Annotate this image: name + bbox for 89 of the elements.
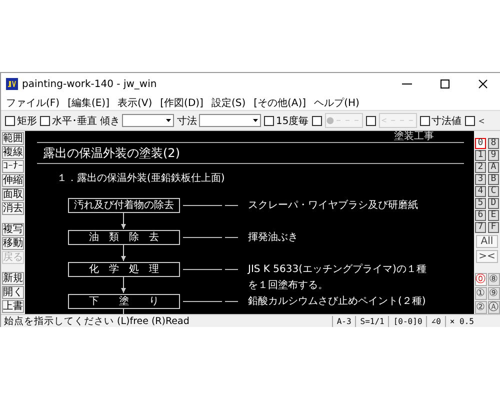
layer-group-button[interactable]: ① — [474, 287, 486, 300]
window-title: painting-work-140 - jw_win — [22, 78, 158, 90]
checkbox-label: ＜ — [476, 114, 487, 128]
field-label: 寸法 — [177, 114, 197, 128]
process-box: 汚れ及び付着物の除去 — [68, 198, 180, 212]
menu-item[interactable]: ヘルプ(H) — [314, 96, 360, 110]
checkbox[interactable] — [5, 116, 15, 126]
checkbox[interactable] — [366, 116, 376, 126]
layer-group-button[interactable]: ⑨ — [488, 287, 500, 300]
status-message: 始点を指示してください (L)free (R)Read — [3, 314, 190, 327]
tool-button[interactable]: 開く — [2, 286, 24, 299]
drawing-header: 塗装工事 — [394, 131, 434, 142]
layer-button[interactable]: 7 — [475, 222, 486, 233]
leader-line — [183, 268, 238, 270]
layer-button[interactable]: 0 — [475, 138, 486, 149]
checkbox-label: 寸法値 — [432, 114, 462, 128]
tool-button[interactable]: 移動 — [2, 237, 24, 250]
checkbox[interactable] — [464, 116, 475, 126]
layer-button[interactable]: C — [488, 186, 499, 197]
layer-button[interactable]: 5 — [475, 198, 486, 209]
layer-button[interactable]: 6 — [475, 210, 486, 221]
status-field: ∠0 — [426, 316, 445, 326]
menu-item[interactable]: [作図(D)] — [160, 96, 204, 110]
process-note: 揮発油ぶき — [248, 230, 298, 245]
menu-item[interactable]: 設定(S) — [211, 96, 246, 110]
layer-button[interactable]: 3 — [475, 174, 486, 185]
status-field: [0-0]0 — [388, 316, 426, 326]
process-note: スクレーパ・ワイヤブラシ及び研磨紙 — [248, 198, 418, 213]
section-heading: １．露出の保温外装(亜鉛鉄板仕上面) — [56, 172, 226, 186]
layer-toggle-button[interactable]: >< — [476, 250, 498, 263]
layer-button[interactable]: B — [488, 174, 499, 185]
tool-button[interactable]: 伸縮 — [2, 174, 24, 187]
layer-button[interactable]: 2 — [475, 162, 486, 173]
menu-item[interactable]: [その他(A)] — [254, 96, 306, 110]
maximize-icon — [440, 79, 450, 89]
dropdown-arrow-icon — [253, 119, 258, 122]
layer-button[interactable]: 4 — [475, 186, 486, 197]
process-note: JIS K 5633(エッチングプライマ)の１種 — [248, 262, 426, 277]
checkbox[interactable] — [420, 116, 430, 126]
process-box: 下 塗 り — [68, 294, 180, 308]
layer-button[interactable]: 1 — [475, 150, 486, 161]
checkbox[interactable] — [312, 116, 322, 126]
process-note: 鉛酸カルシウムさび止めペイント(２種) — [248, 294, 426, 309]
layer-toggle-button[interactable]: All — [476, 235, 498, 248]
layer-group-button[interactable]: ⑧ — [488, 273, 500, 286]
close-icon — [478, 79, 488, 89]
layer-button[interactable]: E — [488, 210, 499, 221]
flow-arrow — [121, 276, 126, 294]
checkbox-label: 15度毎 — [276, 114, 309, 128]
dropdown-arrow-icon — [166, 119, 171, 122]
tool-button[interactable]: 複線 — [2, 146, 24, 159]
leader-line — [183, 236, 238, 238]
layer-button[interactable]: D — [488, 198, 499, 209]
drawing-title: 露出の保温外装の塗装(2) — [42, 145, 181, 162]
layer-button[interactable]: A — [488, 162, 499, 173]
layer-button[interactable]: 9 — [488, 150, 499, 161]
tool-button[interactable]: ｺｰﾅｰ — [2, 160, 24, 173]
flow-arrow — [121, 244, 126, 262]
dropdown-field[interactable] — [199, 114, 261, 127]
tool-button[interactable]: 範囲 — [2, 132, 24, 145]
app-icon — [6, 78, 18, 90]
dropdown-field[interactable] — [122, 114, 174, 127]
status-field: S=1/1 — [355, 316, 388, 326]
tool-button[interactable]: 面取 — [2, 188, 24, 201]
process-note: を１回塗布する。 — [248, 279, 329, 293]
process-box: 化 学 処 理 — [68, 262, 180, 276]
tool-button[interactable]: 新規 — [2, 272, 24, 285]
checkbox-label: 水平･垂直 — [52, 114, 97, 128]
layer-button[interactable]: F — [488, 222, 499, 233]
menu-item[interactable]: [編集(E)] — [68, 96, 110, 110]
checkbox[interactable] — [40, 116, 50, 126]
flow-arrow — [121, 212, 126, 230]
process-box: 油 類 除 去 — [68, 230, 180, 244]
menu-item[interactable]: ファイル(F) — [6, 96, 60, 110]
layer-group-button[interactable]: ⓪ — [474, 273, 486, 286]
status-field: × 0.5 — [444, 316, 478, 326]
tool-button[interactable]: 消去 — [2, 202, 24, 215]
tool-button[interactable]: 複写 — [2, 223, 24, 236]
checkbox-label: 矩形 — [17, 114, 37, 128]
leader-line — [183, 300, 238, 302]
leader-line — [183, 204, 238, 206]
layer-button[interactable]: 8 — [488, 138, 499, 149]
field-label: 傾き — [100, 114, 120, 128]
tool-button[interactable]: 上書 — [2, 300, 24, 313]
checkbox[interactable] — [264, 116, 274, 126]
layer-group-button[interactable]: ② — [474, 301, 486, 314]
layer-group-button[interactable]: Ⓐ — [488, 301, 500, 314]
menu-item[interactable]: 表示(V) — [118, 96, 152, 110]
status-field: A-3 — [332, 316, 356, 326]
